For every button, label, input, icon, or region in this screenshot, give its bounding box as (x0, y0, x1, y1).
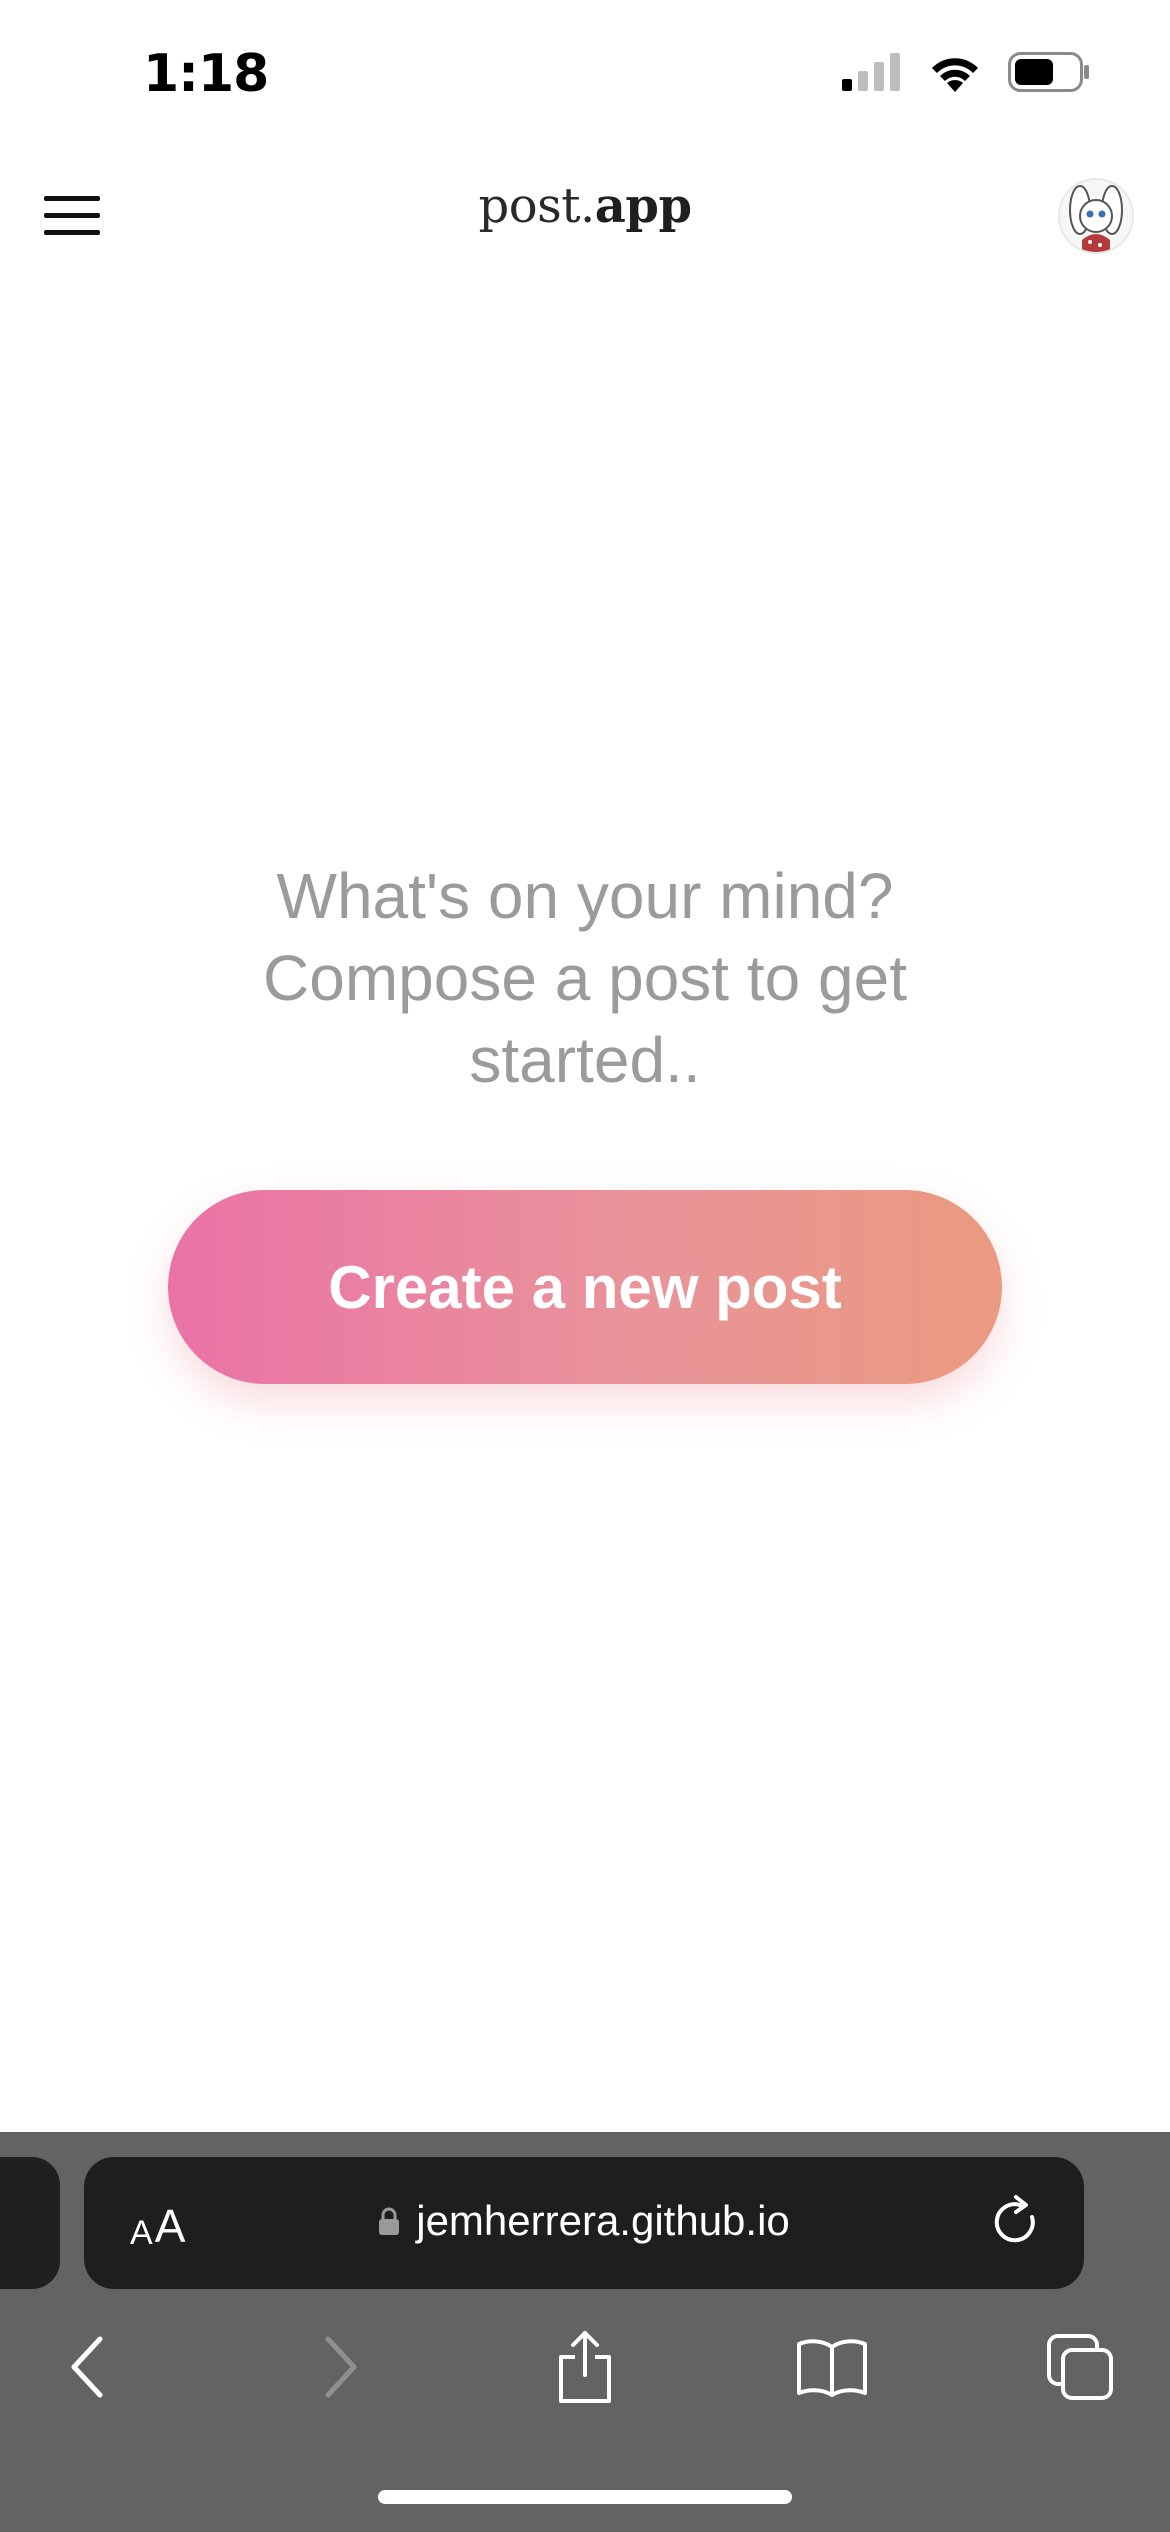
wifi-icon (932, 58, 978, 92)
address-bar[interactable]: AA jemherrera.github.io (84, 2157, 1084, 2289)
app-screen: 1:18 post.app What's on your mind? Compo… (0, 0, 1170, 2532)
brand-title: post.app (0, 178, 1170, 234)
url-display[interactable]: jemherrera.github.io (84, 2197, 1084, 2245)
share-button[interactable] (535, 2312, 635, 2422)
empty-state-message: What's on your mind? Compose a post to g… (263, 860, 907, 1096)
home-indicator[interactable] (378, 2490, 792, 2504)
lock-icon (379, 2207, 400, 2235)
status-bar: 1:18 (0, 0, 1170, 150)
create-new-post-button[interactable]: Create a new post (168, 1190, 1002, 1384)
bookmarks-icon (797, 2339, 867, 2397)
tabs-icon (1047, 2334, 1113, 2400)
back-button[interactable] (38, 2312, 138, 2422)
battery-icon (1008, 52, 1089, 92)
url-text: jemherrera.github.io (416, 2197, 790, 2244)
user-avatar[interactable] (1058, 178, 1134, 254)
bookmarks-button[interactable] (782, 2312, 882, 2422)
bunny-avatar-icon (1060, 180, 1132, 252)
browser-toolbar (0, 2312, 1170, 2442)
status-time: 1:18 (143, 44, 269, 104)
forward-button[interactable] (290, 2312, 390, 2422)
reload-icon[interactable] (986, 2193, 1044, 2251)
cellular-signal-icon (842, 53, 900, 91)
back-icon (71, 2336, 103, 2398)
brand-name-prefix: post. (478, 178, 595, 234)
status-icons (842, 52, 1090, 92)
forward-icon (325, 2336, 357, 2398)
app-header: post.app (0, 150, 1170, 280)
empty-state: What's on your mind? Compose a post to g… (0, 855, 1170, 1101)
tabs-button[interactable] (1030, 2312, 1130, 2422)
brand-name-suffix: app (594, 178, 692, 234)
share-icon (559, 2331, 611, 2403)
browser-bottom-bar: AA jemherrera.github.io (0, 2132, 1170, 2532)
previous-tab-preview[interactable] (0, 2157, 60, 2289)
